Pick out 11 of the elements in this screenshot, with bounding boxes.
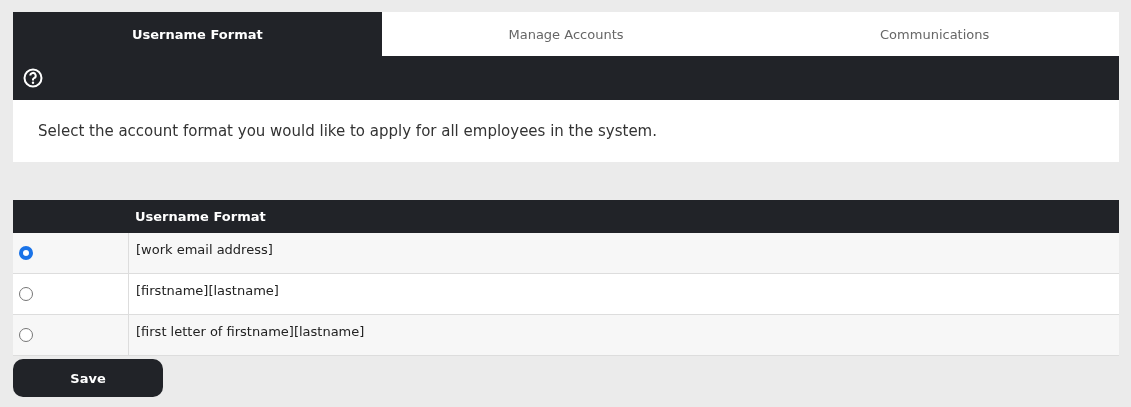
column-header: Username Format xyxy=(134,209,267,224)
tab[interactable]: Username Format xyxy=(13,12,382,56)
intro-text: Select the account format you would like to apply for all employees in the system. xyxy=(13,100,1119,162)
save-button[interactable]: Save xyxy=(13,359,163,397)
help-icon[interactable] xyxy=(23,68,43,88)
format-radio[interactable] xyxy=(19,287,33,301)
table-cell-text: [first letter of firstname][lastname] xyxy=(135,323,366,341)
format-radio[interactable] xyxy=(19,328,33,342)
table-cell-text: [firstname][lastname] xyxy=(135,282,280,300)
format-radio[interactable] xyxy=(19,246,33,260)
table-cell-text: [work email address] xyxy=(135,241,274,259)
